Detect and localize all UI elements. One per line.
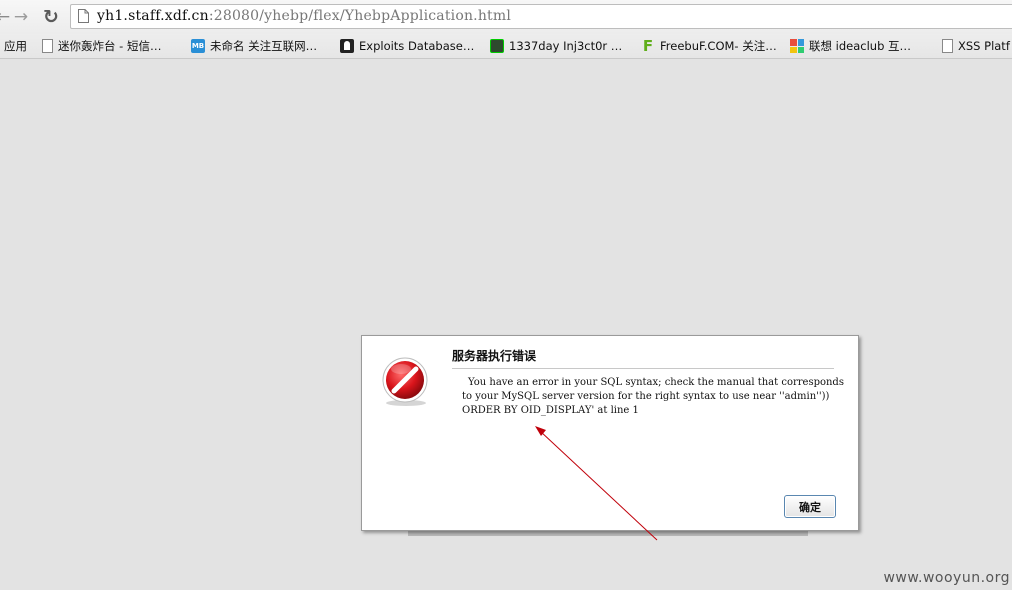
bookmark-item[interactable]: 联想 ideaclub 互… — [790, 36, 911, 56]
bookmark-item[interactable]: 1337day Inj3ct0r … — [490, 36, 622, 56]
url-host: yh1.staff.xdf.cn — [97, 8, 209, 24]
browser-toolbar: ← → ↻ yh1.staff.xdf.cn:28080/yhebp/flex/… — [0, 0, 1012, 34]
bookmark-label: 未命名 关注互联网… — [210, 39, 318, 53]
person-icon — [340, 39, 354, 53]
url-path: :28080/yhebp/flex/YhebpApplication.html — [208, 8, 512, 24]
bookmark-item[interactable]: Exploits Database… — [340, 36, 474, 56]
url-text: yh1.staff.xdf.cn:28080/yhebp/flex/YhebpA… — [97, 7, 511, 26]
lenovo-icon — [790, 39, 804, 53]
page-icon — [942, 39, 953, 53]
dialog-message: You have an error in your SQL syntax; ch… — [462, 377, 848, 416]
page-icon — [42, 39, 53, 53]
bookmark-apps-label: 应用 — [4, 39, 27, 53]
reload-icon[interactable]: ↻ — [40, 6, 62, 28]
mb-icon: MB — [191, 39, 205, 53]
bookmark-label: Exploits Database… — [359, 39, 475, 53]
address-bar[interactable]: yh1.staff.xdf.cn:28080/yhebp/flex/YhebpA… — [70, 4, 1012, 29]
bookmarks-bar: 应用 迷你轰炸台 - 短信… MB 未命名 关注互联网… Exploits Da… — [0, 34, 1012, 59]
bookmark-item[interactable]: MB 未命名 关注互联网… — [191, 36, 317, 56]
bookmark-item[interactable]: XSS Platf — [942, 36, 1010, 56]
page-icon — [78, 9, 89, 23]
bookmark-label: 1337day Inj3ct0r … — [509, 39, 623, 53]
bookmark-label: XSS Platf — [958, 39, 1010, 53]
error-dialog: 服务器执行错误 You have an error in your SQL sy… — [361, 335, 859, 531]
watermark: www.wooyun.org — [883, 570, 1010, 586]
bookmark-item[interactable]: F FreebuF.COM- 关注… — [641, 36, 777, 56]
error-icon — [382, 357, 428, 406]
dialog-title: 服务器执行错误 — [452, 347, 834, 369]
forward-arrow-icon[interactable]: → — [10, 6, 32, 28]
freebuf-icon: F — [642, 37, 654, 55]
bookmark-label: 迷你轰炸台 - 短信… — [58, 39, 162, 53]
bookmark-item[interactable]: 迷你轰炸台 - 短信… — [42, 36, 161, 56]
bookmark-label: FreebuF.COM- 关注… — [660, 39, 777, 53]
bookmark-label: 联想 ideaclub 互… — [809, 39, 912, 53]
1337-icon — [490, 39, 504, 53]
bookmark-apps[interactable]: 应用 — [4, 36, 27, 56]
ok-button[interactable]: 确定 — [784, 495, 836, 518]
